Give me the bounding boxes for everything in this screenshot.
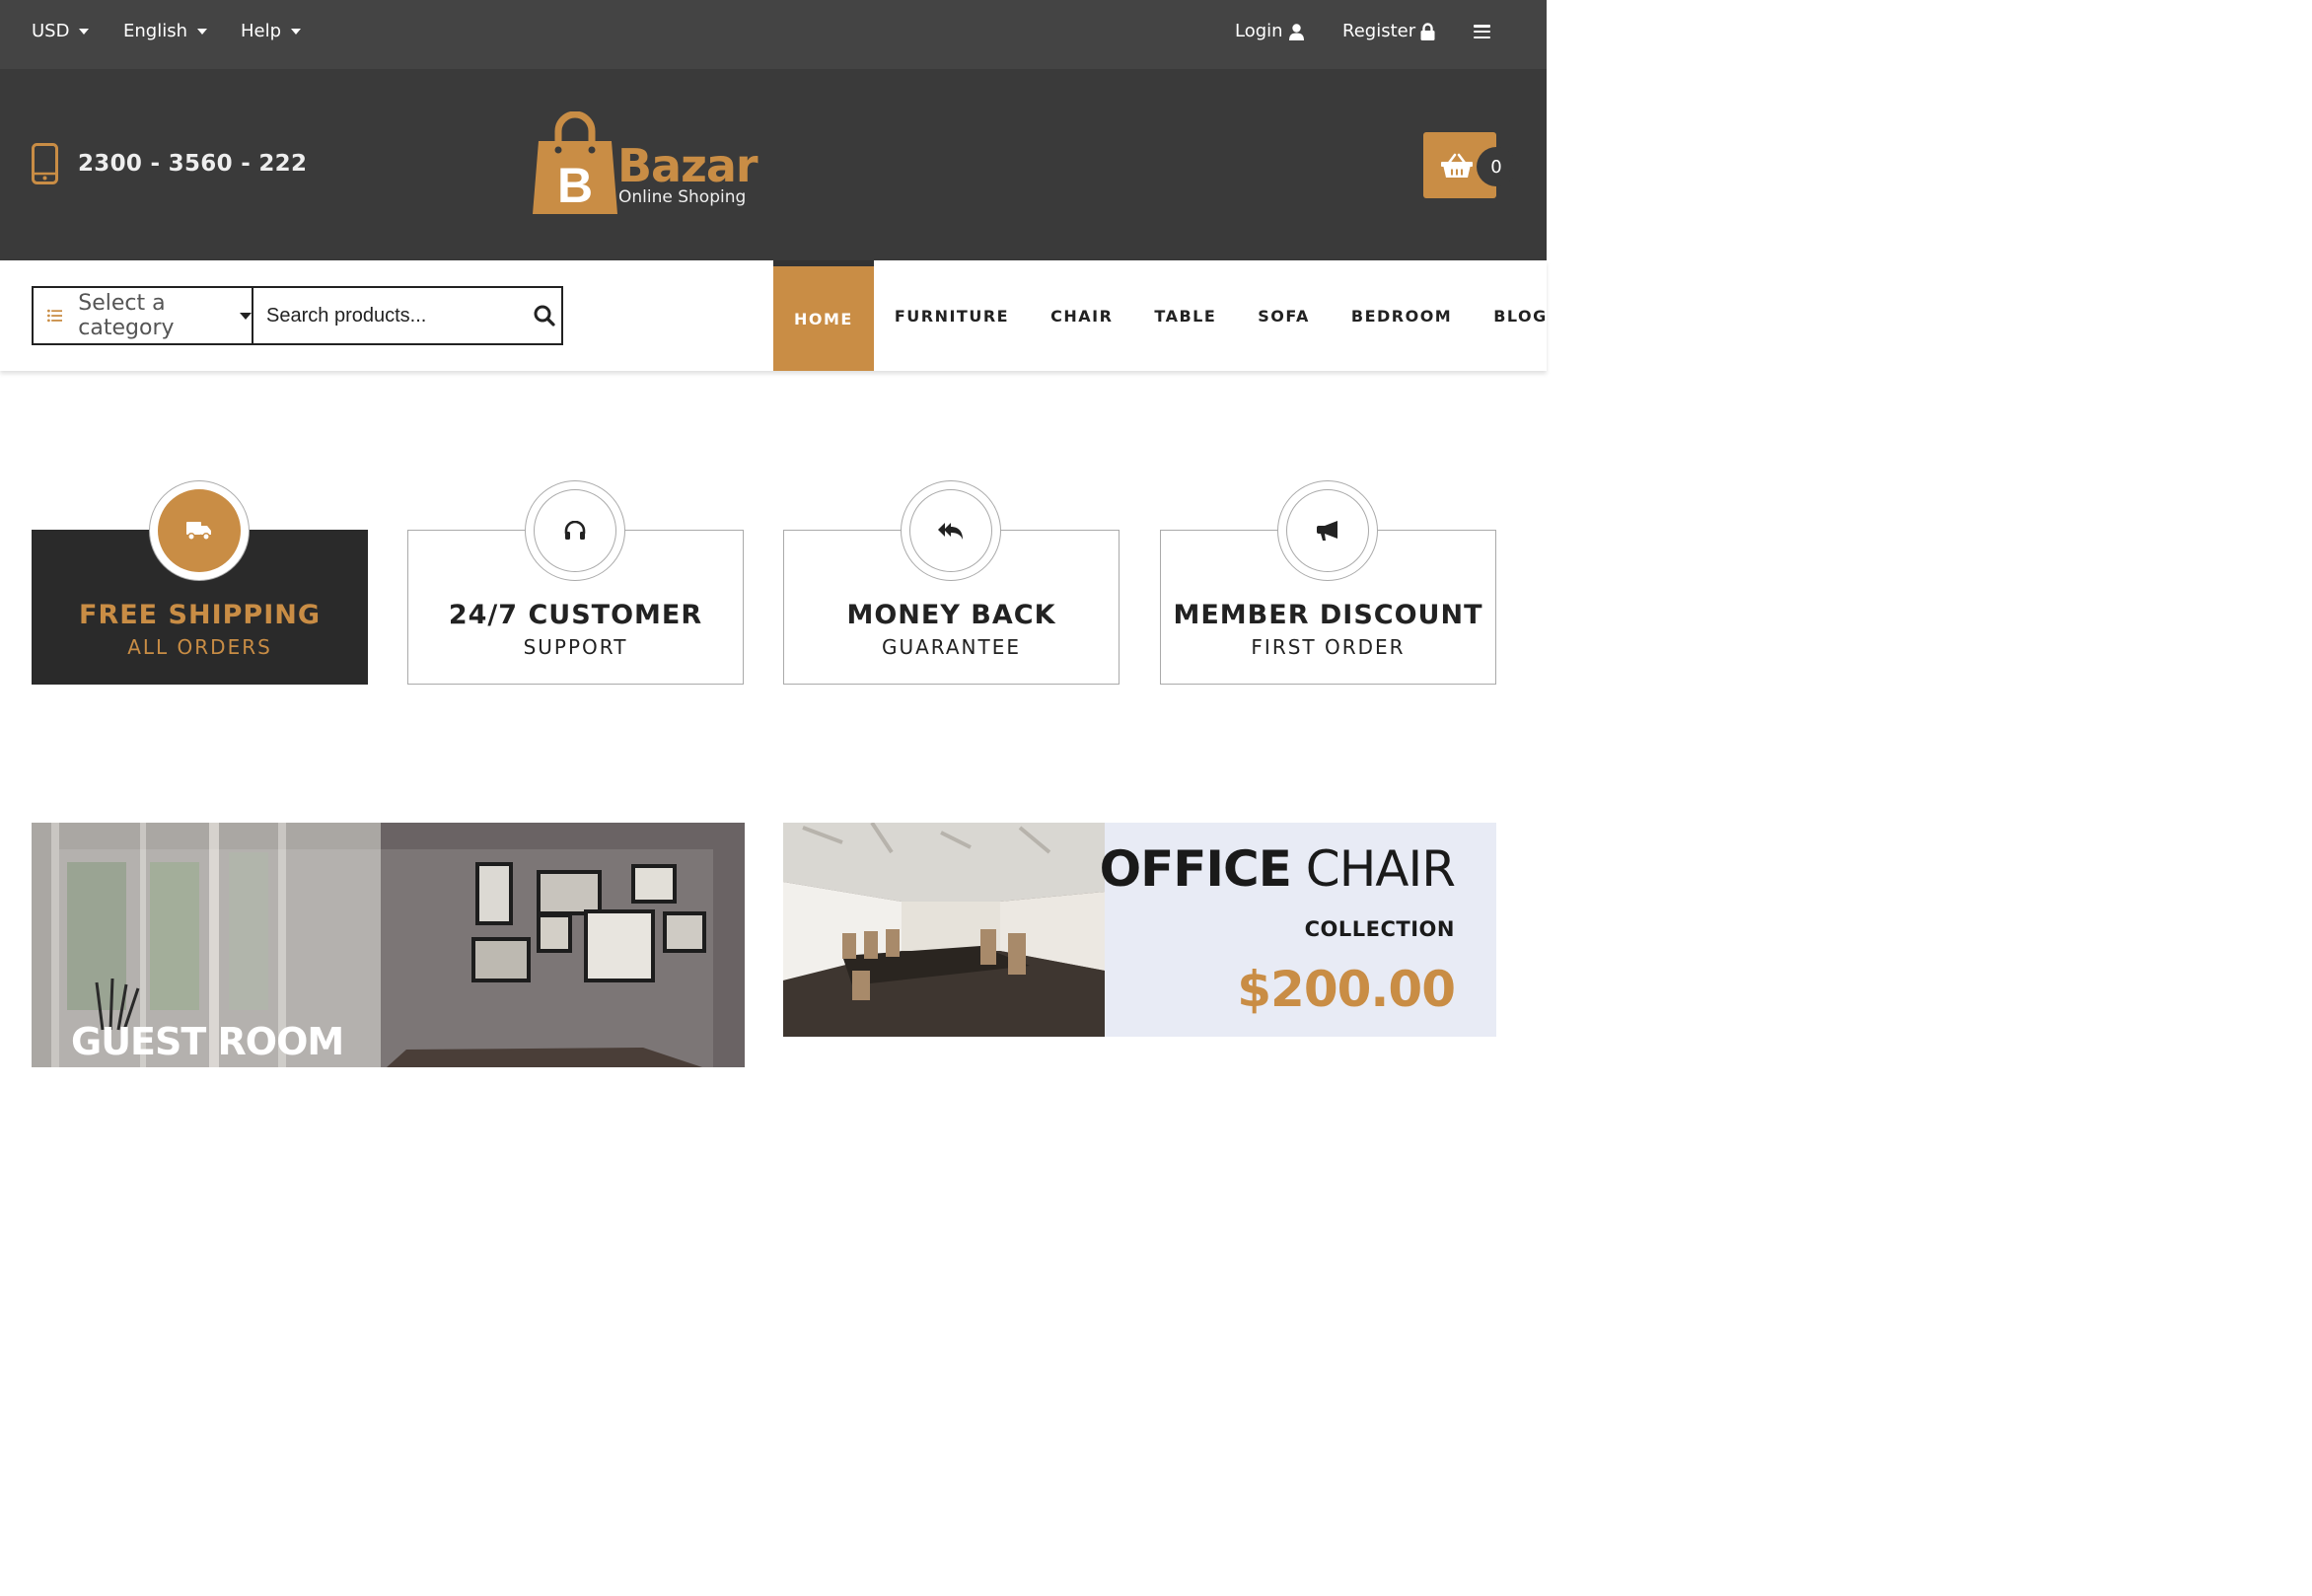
help-dropdown[interactable]: Help [241, 20, 302, 43]
lock-icon [1420, 23, 1435, 40]
chevron-down-icon [240, 312, 253, 320]
feature-title: FREE SHIPPING [79, 600, 321, 630]
navigation-bar: Select a category HOME FURNITURE CHAIR T… [0, 260, 1547, 371]
chevron-down-icon [197, 29, 207, 35]
feature-customer-support: 24/7 CUSTOMER SUPPORT [407, 480, 744, 685]
office-chair-banner[interactable]: OFFICE CHAIR COLLECTION $200.00 [783, 823, 1496, 1037]
phone-contact: 2300 - 3560 - 222 [32, 143, 307, 184]
office-chair-subtitle: COLLECTION [1304, 917, 1455, 941]
nav-item-home[interactable]: HOME [773, 260, 874, 371]
main-menu: HOME FURNITURE CHAIR TABLE SOFA BEDROOM … [773, 260, 1568, 371]
login-link[interactable]: Login [1235, 20, 1304, 43]
office-title-light: CHAIR [1305, 840, 1456, 898]
guest-room-banner[interactable]: GUEST ROOM [32, 823, 745, 1067]
feature-subtitle: GUARANTEE [881, 635, 1022, 659]
nav-item-bedroom[interactable]: BEDROOM [1331, 260, 1473, 371]
site-header: 2300 - 3560 - 222 B Bazar Online Shoping… [0, 69, 1547, 260]
user-icon [1288, 23, 1304, 40]
feature-title: 24/7 CUSTOMER [448, 600, 703, 630]
office-title-bold: OFFICE [1099, 840, 1292, 898]
guest-room-title: GUEST ROOM [71, 1020, 344, 1063]
mobile-phone-icon [32, 143, 58, 184]
reply-all-icon [938, 523, 963, 540]
language-label: English [123, 21, 187, 41]
logo-name: Bazar [617, 139, 759, 192]
currency-dropdown[interactable]: USD [32, 20, 90, 43]
feature-title: MEMBER DISCOUNT [1173, 600, 1483, 630]
feature-icon-ring [1277, 480, 1378, 581]
office-chair-title: OFFICE CHAIR [1099, 840, 1456, 898]
category-select-label: Select a category [78, 291, 175, 340]
site-logo[interactable]: B Bazar Online Shoping [531, 111, 759, 218]
headphones-icon [564, 521, 586, 540]
truck-icon [186, 522, 211, 541]
feature-icon-ring [149, 480, 250, 581]
shopping-bag-logo-icon: B [533, 111, 617, 214]
currency-label: USD [32, 21, 70, 41]
top-bar: USD English Help Login Register [0, 0, 1547, 69]
chevron-down-icon [79, 29, 90, 35]
nav-item-furniture[interactable]: FURNITURE [874, 260, 1030, 371]
feature-subtitle: SUPPORT [523, 635, 628, 659]
office-chair-photo [783, 823, 1105, 1037]
search-icon [534, 305, 555, 326]
nav-item-blog[interactable]: BLOG [1473, 260, 1568, 371]
feature-icon-ring [901, 480, 1001, 581]
cart-count-badge: 0 [1477, 147, 1516, 186]
feature-subtitle: FIRST ORDER [1251, 635, 1406, 659]
feature-money-back: MONEY BACK GUARANTEE [783, 480, 1120, 685]
office-chair-price: $200.00 [1237, 961, 1456, 1018]
search-input[interactable] [253, 288, 529, 343]
chevron-down-icon [291, 29, 302, 35]
svg-text:B: B [557, 158, 593, 213]
nav-item-chair[interactable]: CHAIR [1030, 260, 1133, 371]
logo-tagline: Online Shoping [618, 187, 747, 207]
register-link[interactable]: Register [1342, 20, 1435, 43]
language-dropdown[interactable]: English [123, 20, 207, 43]
list-icon [47, 309, 63, 323]
nav-item-table[interactable]: TABLE [1133, 260, 1237, 371]
nav-item-sofa[interactable]: SOFA [1237, 260, 1331, 371]
feature-free-shipping: FREE SHIPPING ALL ORDERS [32, 480, 368, 685]
phone-number: 2300 - 3560 - 222 [78, 151, 308, 177]
menu-icon[interactable] [1474, 25, 1490, 38]
help-label: Help [241, 21, 282, 41]
product-search: Select a category [32, 286, 563, 345]
megaphone-icon [1317, 521, 1337, 541]
basket-icon [1441, 153, 1473, 178]
feature-icon-ring [525, 480, 625, 581]
category-select[interactable]: Select a category [34, 288, 254, 343]
feature-member-discount: MEMBER DISCOUNT FIRST ORDER [1160, 480, 1496, 685]
search-button[interactable] [528, 288, 561, 343]
feature-subtitle: ALL ORDERS [127, 635, 272, 659]
feature-title: MONEY BACK [846, 600, 1056, 630]
login-label: Login [1235, 21, 1283, 41]
register-label: Register [1342, 21, 1416, 41]
